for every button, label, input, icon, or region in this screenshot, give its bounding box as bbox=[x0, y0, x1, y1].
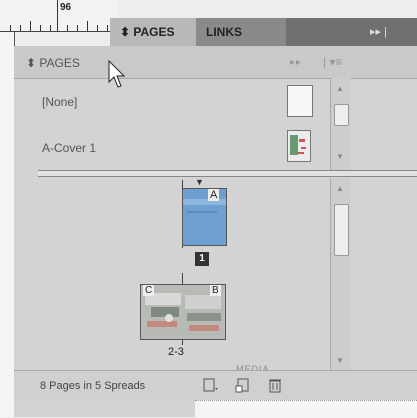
horizontal-ruler[interactable]: 96 bbox=[0, 0, 118, 32]
delete-page-icon[interactable] bbox=[266, 376, 284, 394]
spread-right-master-letter: B bbox=[210, 285, 221, 296]
new-page-icon[interactable] bbox=[234, 376, 252, 394]
page-size-icon[interactable] bbox=[202, 376, 220, 394]
page-number-label[interactable]: 1 bbox=[195, 252, 209, 266]
document-area bbox=[195, 400, 417, 418]
scroll-down-icon[interactable]: ▼ bbox=[336, 356, 344, 365]
pages-scrollbar[interactable]: ▲ ▼ bbox=[330, 178, 351, 370]
dock-collapse-button[interactable]: ▸▸ | bbox=[370, 18, 387, 46]
master-scroll-thumb[interactable] bbox=[334, 104, 349, 126]
page-thumbnail-1[interactable] bbox=[182, 188, 227, 246]
page-master-letter: A bbox=[208, 189, 220, 201]
master-scrollbar[interactable]: ▲ ▼ bbox=[330, 78, 351, 170]
current-page-indicator-icon: ▼ bbox=[195, 177, 204, 187]
ruler-number: 96 bbox=[60, 2, 72, 13]
tab-links[interactable]: LINKS bbox=[196, 18, 286, 46]
vertical-ruler[interactable] bbox=[0, 32, 15, 417]
master-thumbnail-cover[interactable] bbox=[287, 130, 311, 162]
page-count-status: 8 Pages in 5 Spreads bbox=[40, 380, 146, 392]
panel-divider[interactable] bbox=[38, 170, 417, 177]
pages-scroll-thumb[interactable] bbox=[334, 204, 349, 256]
panel-collapse-button[interactable]: ▸▸ bbox=[290, 57, 302, 68]
scroll-down-icon[interactable]: ▼ bbox=[336, 152, 344, 161]
scroll-up-icon[interactable]: ▲ bbox=[336, 84, 344, 93]
dock-tab-bar: ⬍ PAGES LINKS ▸▸ | bbox=[110, 18, 417, 46]
master-item-cover[interactable]: A-Cover 1 bbox=[42, 141, 96, 155]
scroll-up-icon[interactable]: ▲ bbox=[336, 184, 344, 193]
spread-left-master-letter: C bbox=[143, 285, 155, 296]
tab-pages[interactable]: ⬍ PAGES bbox=[110, 18, 196, 46]
spread-number-label[interactable]: 2-3 bbox=[168, 346, 184, 358]
master-thumbnail-none[interactable] bbox=[287, 85, 313, 117]
panel-menu-button[interactable]: | ▾≡ bbox=[323, 55, 342, 69]
master-item-none[interactable]: [None] bbox=[42, 95, 77, 109]
arrow-cursor-icon bbox=[108, 59, 126, 95]
panel-title[interactable]: ⬍ PAGES bbox=[26, 56, 80, 70]
